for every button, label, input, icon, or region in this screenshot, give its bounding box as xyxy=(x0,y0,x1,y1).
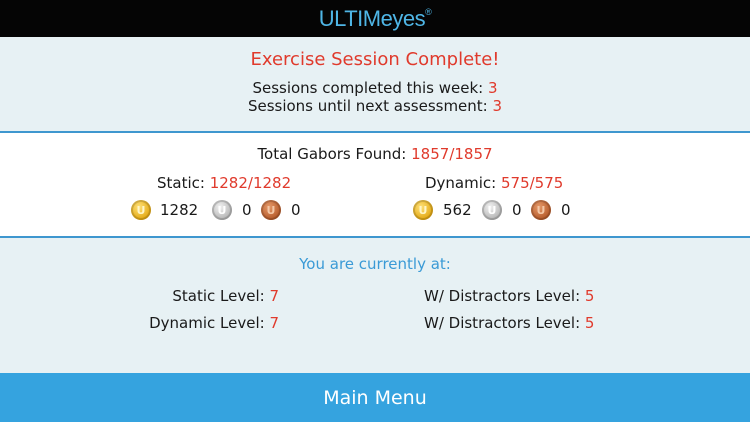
main-menu-button[interactable]: Main Menu xyxy=(0,373,750,422)
current-levels-heading: You are currently at: xyxy=(299,255,451,273)
static-distractors-value: 5 xyxy=(584,287,595,305)
session-complete-title: Exercise Session Complete! xyxy=(250,49,500,70)
static-gold-count: 1282 xyxy=(160,201,199,219)
sessions-this-week-label: Sessions completed this week: xyxy=(252,79,488,97)
static-silver-count: 0 xyxy=(242,201,252,219)
static-bronze-count: 0 xyxy=(291,201,301,219)
gold-medal-icon: U xyxy=(413,200,433,220)
total-gabors: Total Gabors Found: 1857/1857 xyxy=(0,145,750,163)
total-gabors-label: Total Gabors Found: xyxy=(257,145,412,163)
logo-registered-mark: ® xyxy=(425,6,432,17)
sessions-until-assessment-label: Sessions until next assessment: xyxy=(247,97,493,115)
medal-counts: U 1282 U 0 U 0 U 562 U 0 U 0 xyxy=(0,200,750,222)
silver-medal-icon: U xyxy=(212,200,232,220)
bronze-medal-icon: U xyxy=(531,200,551,220)
dynamic-distractors-value: 5 xyxy=(584,314,595,332)
static-distractors-label: W/ Distractors Level: xyxy=(424,287,585,305)
sessions-this-week: Sessions completed this week: 3 xyxy=(0,79,750,97)
static-distractors-level: W/ Distractors Level: 5 xyxy=(424,287,594,305)
app-logo: ULTIMeyes® xyxy=(318,5,432,31)
static-level-label: Static Level: xyxy=(172,287,270,305)
dynamic-gabors-label: Dynamic: xyxy=(425,174,501,192)
dynamic-gold-count: 562 xyxy=(443,201,472,219)
dynamic-level-label: Dynamic Level: xyxy=(149,314,270,332)
dynamic-gabors-value: 575/575 xyxy=(500,174,564,192)
gold-medal-icon: U xyxy=(131,200,151,220)
dynamic-level-value: 7 xyxy=(269,314,279,332)
dynamic-distractors-level: W/ Distractors Level: 5 xyxy=(424,314,594,332)
static-gabors: Static: 1282/1282 xyxy=(157,174,291,192)
logo-text: ULTIMeyes xyxy=(318,5,426,31)
gabor-results: Total Gabors Found: 1857/1857 Static: 12… xyxy=(0,133,750,236)
dynamic-silver-count: 0 xyxy=(512,201,522,219)
current-levels: You are currently at: Static Level: 7 Dy… xyxy=(0,238,750,373)
sessions-this-week-value: 3 xyxy=(488,79,498,97)
main-menu-label: Main Menu xyxy=(323,386,427,409)
static-level-value: 7 xyxy=(269,287,279,305)
session-summary: Exercise Session Complete! Sessions comp… xyxy=(0,37,750,131)
static-gabors-value: 1282/1282 xyxy=(209,174,292,192)
dynamic-distractors-label: W/ Distractors Level: xyxy=(424,314,585,332)
sessions-until-assessment: Sessions until next assessment: 3 xyxy=(0,97,750,115)
static-gabors-label: Static: xyxy=(157,174,210,192)
static-level: Static Level: 7 xyxy=(172,287,279,305)
dynamic-level: Dynamic Level: 7 xyxy=(149,314,279,332)
dynamic-gabors: Dynamic: 575/575 xyxy=(425,174,563,192)
total-gabors-value: 1857/1857 xyxy=(411,145,493,163)
dynamic-bronze-count: 0 xyxy=(561,201,571,219)
silver-medal-icon: U xyxy=(482,200,502,220)
app-header: ULTIMeyes® xyxy=(0,0,750,37)
sessions-until-assessment-value: 3 xyxy=(492,97,503,115)
bronze-medal-icon: U xyxy=(261,200,281,220)
